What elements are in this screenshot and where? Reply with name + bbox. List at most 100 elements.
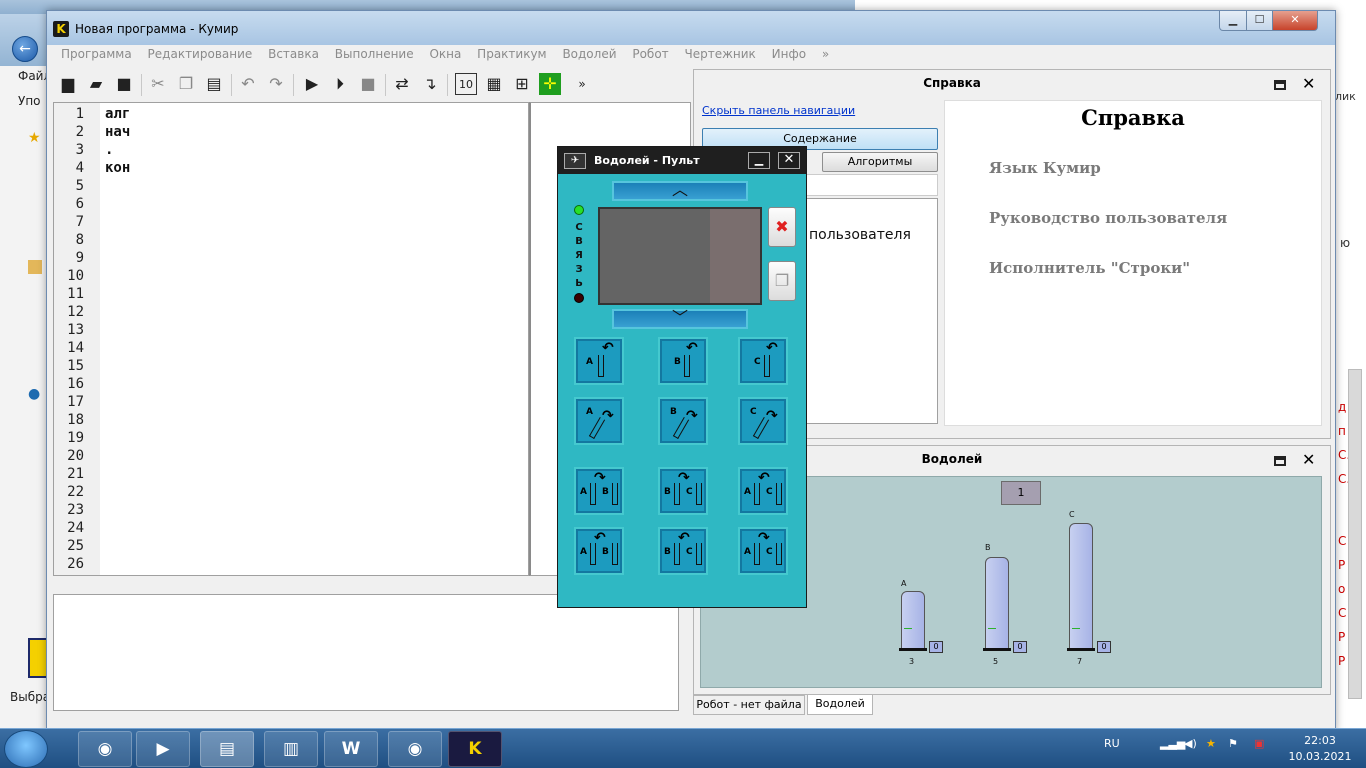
volume-tray-icon[interactable]: ◀) (1184, 737, 1197, 750)
empty-b-button[interactable]: B ↷ (658, 397, 708, 445)
background-red-text: Р (1338, 558, 1346, 572)
float-icon[interactable] (1274, 456, 1286, 466)
scroll-down-button[interactable]: ﹀ (612, 309, 748, 329)
line-number: 1 (75, 106, 84, 122)
background-scrollbar[interactable] (1348, 369, 1362, 699)
float-icon[interactable] (1274, 80, 1286, 90)
close-button[interactable]: ✕ (1272, 11, 1318, 31)
empty-c-button[interactable]: C ↷ (738, 397, 788, 445)
connection-led-dark (574, 293, 584, 303)
step-into-icon[interactable]: ↴ (419, 73, 441, 95)
pult-close-button[interactable]: ✕ (778, 152, 800, 169)
code-line[interactable]: кон (105, 159, 130, 177)
tab-robot[interactable]: Робот - нет файла (693, 695, 805, 715)
cut-icon[interactable]: ✂ (147, 73, 169, 95)
draftsman-icon[interactable]: ✛ (539, 73, 561, 95)
chrome-taskbar-icon[interactable]: ◉ (78, 731, 132, 767)
tool-numbers-icon[interactable]: 10 (455, 73, 477, 95)
menu-windows[interactable]: Окна (423, 45, 467, 63)
hide-navigation-link[interactable]: Скрыть панель навигации (702, 104, 855, 117)
pin-icon[interactable]: ✈ (564, 153, 586, 169)
background-menu-organize[interactable]: Упо (18, 94, 41, 108)
winrar-taskbar-icon[interactable]: ▥ (264, 731, 318, 767)
menu-info[interactable]: Инфо (766, 45, 812, 63)
line-number: 19 (67, 430, 84, 446)
code-line[interactable]: нач (105, 123, 130, 141)
language-indicator[interactable]: RU (1104, 737, 1120, 750)
pult-minimize-button[interactable]: ▁ (748, 152, 770, 169)
explorer-taskbar-icon[interactable]: ▤ (200, 731, 254, 767)
open-folder-icon[interactable]: ▰ (85, 73, 107, 95)
network-tray-icon[interactable]: ▂▃▅ (1160, 737, 1185, 750)
run-step-icon[interactable]: ⏵ (329, 73, 351, 95)
notification-tray-icon[interactable]: ▣ (1254, 737, 1264, 750)
maximize-button[interactable]: ☐ (1246, 11, 1273, 31)
run-icon[interactable]: ▶ (301, 73, 323, 95)
title-bar[interactable]: K Новая программа - Кумир ▁ ☐ ✕ (47, 11, 1335, 45)
pour-arrow-icon: ↷ (686, 408, 698, 424)
menu-edit[interactable]: Редактирование (142, 45, 259, 63)
pour-a-to-b-button[interactable]: A B ↷ (574, 467, 624, 515)
paste-icon[interactable]: ▤ (203, 73, 225, 95)
output-console[interactable] (53, 594, 679, 711)
help-link-user-guide[interactable]: Руководство пользователя (989, 209, 1227, 227)
pult-title-bar[interactable]: ✈ Водолей - Пульт ▁ ✕ (558, 147, 806, 174)
code-text[interactable]: алг нач. кон (105, 105, 130, 177)
pour-c-to-b-button[interactable]: B C ↶ (658, 527, 708, 575)
undo-icon[interactable]: ↶ (237, 73, 259, 95)
close-icon[interactable]: ✕ (1302, 450, 1315, 469)
copy-icon[interactable]: ❐ (175, 73, 197, 95)
tab-vodoley[interactable]: Водолей (807, 695, 873, 715)
menu-robot[interactable]: Робот (626, 45, 674, 63)
star-tray-icon[interactable]: ★ (1206, 737, 1216, 750)
pour-b-to-c-button[interactable]: B C ↷ (658, 467, 708, 515)
help-heading: Справка (1081, 105, 1185, 130)
toolbar-more[interactable]: » (571, 73, 593, 95)
code-line[interactable]: . (105, 141, 130, 159)
pour-b-to-a-button[interactable]: A B ↶ (574, 527, 624, 575)
fill-b-button[interactable]: B ↶ (658, 337, 708, 385)
empty-a-button[interactable]: A ↷ (574, 397, 624, 445)
menu-draftsman[interactable]: Чертежник (678, 45, 761, 63)
gamepad-icon[interactable]: ⊞ (511, 73, 533, 95)
menu-more[interactable]: » (816, 45, 835, 63)
fill-c-button[interactable]: C ↶ (738, 337, 788, 385)
nav-tree-item[interactable]: пользователя (809, 227, 911, 243)
kumir-taskbar-icon[interactable]: K (448, 731, 502, 767)
stop-icon[interactable]: ■ (357, 73, 379, 95)
menu-vodoley[interactable]: Водолей (556, 45, 622, 63)
fill-a-button[interactable]: A ↶ (574, 337, 624, 385)
close-icon[interactable]: ✕ (1302, 74, 1315, 93)
algorithms-button[interactable]: Алгоритмы (822, 152, 938, 172)
redo-icon[interactable]: ↷ (265, 73, 287, 95)
menu-practicum[interactable]: Практикум (471, 45, 552, 63)
grid-icon[interactable]: ▦ (483, 73, 505, 95)
pour-a-to-c-button[interactable]: A C ↶ (738, 467, 788, 515)
copy-log-button[interactable]: ❐ (768, 261, 796, 301)
help-link-strings-executor[interactable]: Исполнитель "Строки" (989, 259, 1190, 277)
clock[interactable]: 22:03 10.03.2021 (1284, 733, 1356, 765)
clear-log-button[interactable]: ✖ (768, 207, 796, 247)
word-taskbar-icon[interactable]: W (324, 731, 378, 767)
code-editor[interactable]: 1 2 3 4 5 6 7 8 9 10 11 12 13 14 15 16 17 18 19 20 21 22 23 24 2… (53, 102, 529, 576)
dock-tabs: Робот - нет файла Водолей (693, 695, 1331, 717)
chrome-user-taskbar-icon[interactable]: ◉ (388, 731, 442, 767)
pult-title: Водолей - Пульт (594, 154, 700, 167)
new-file-icon[interactable]: ▆ (57, 73, 79, 95)
save-icon[interactable]: ■ (113, 73, 135, 95)
minimize-button[interactable]: ▁ (1219, 11, 1247, 31)
menu-insert[interactable]: Вставка (262, 45, 325, 63)
menu-run[interactable]: Выполнение (329, 45, 420, 63)
line-number: 15 (67, 358, 84, 374)
code-line[interactable]: алг (105, 105, 130, 123)
start-button[interactable] (4, 730, 48, 768)
media-player-taskbar-icon[interactable]: ▶ (136, 731, 190, 767)
help-link-language[interactable]: Язык Кумир (989, 159, 1101, 177)
pour-arrow-icon: ↷ (766, 408, 778, 424)
action-center-tray-icon[interactable]: ⚑ (1228, 737, 1238, 750)
scroll-up-button[interactable]: ︿ (612, 181, 748, 201)
step-over-icon[interactable]: ⇄ (391, 73, 413, 95)
menu-program[interactable]: Программа (55, 45, 138, 63)
background-back-button[interactable]: ← (12, 36, 38, 62)
pour-c-to-a-button[interactable]: A C ↷ (738, 527, 788, 575)
